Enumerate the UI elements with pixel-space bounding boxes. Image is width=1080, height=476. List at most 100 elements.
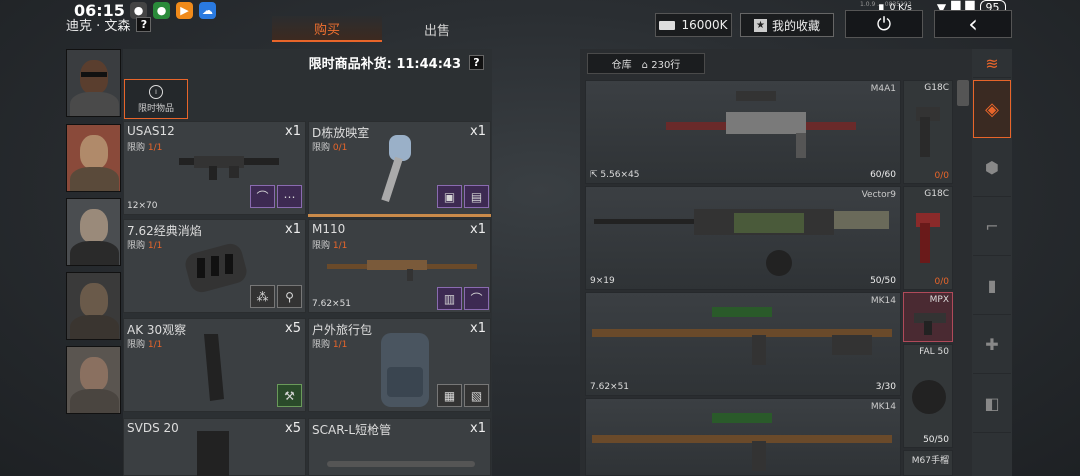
assault-rifle-icon	[666, 91, 856, 158]
ammo-slot-icon[interactable]: ⌒	[250, 185, 275, 208]
pistol-icon	[916, 107, 940, 157]
weapon-ammo: 3/30	[875, 382, 896, 392]
item-caliber: 12×70	[127, 201, 158, 211]
weapon-caliber: 7.62×51	[590, 382, 630, 392]
category-misc[interactable]: ◧	[973, 375, 1011, 433]
back-button[interactable]: ‹	[934, 10, 1012, 38]
item-qty: x5	[285, 321, 301, 336]
pistol-icon	[916, 213, 940, 263]
star-icon: ★	[753, 18, 767, 32]
avatar	[80, 60, 108, 94]
side-item-name: FAL 50	[919, 347, 949, 357]
stack-icon: ≋	[985, 54, 999, 73]
help-icon[interactable]: ?	[136, 17, 152, 32]
power-button[interactable]: ⏻	[845, 10, 923, 38]
crate-slot-icon[interactable]: ▧	[464, 384, 489, 407]
shop-item-card[interactable]: 户外旅行包 限购 1/1 x1 ▦ ▧	[308, 318, 491, 412]
warehouse-weapon-row[interactable]: MK14	[585, 398, 901, 476]
avatar	[80, 135, 108, 169]
trader-portrait-4[interactable]	[66, 272, 121, 340]
side-item-name: M67手榴	[911, 456, 949, 466]
shop-item-card[interactable]: M110 限购 1/1 x1 7.62×51 ▥ ⌒	[308, 219, 491, 313]
tab-buy[interactable]: 购买	[272, 16, 382, 42]
shop-item-card[interactable]: USAS12 限购 1/1 x1 12×70 ⌒ ⋯	[123, 121, 306, 215]
shop-item-card[interactable]: SVDS 20 x5	[123, 418, 306, 476]
limit-value: 1/1	[147, 241, 163, 251]
ammo-slot-icon[interactable]: ⌒	[464, 287, 489, 310]
flash-hider-icon	[185, 243, 247, 293]
warehouse-weapon-row[interactable]: Vector9 50/50 9×19	[585, 186, 901, 290]
side-item-name: G18C	[924, 189, 949, 199]
shop-item-card[interactable]: SCAR-L短枪管 x1	[308, 418, 491, 476]
sort-button[interactable]: ≋	[973, 50, 1011, 78]
home-icon: ⌂	[641, 60, 649, 71]
smg-icon	[594, 209, 889, 276]
shop-item-card[interactable]: 7.62经典消焰 限购 1/1 x1 ⁂ ⚲	[123, 219, 306, 313]
item-limit: 限购 0/1	[312, 140, 347, 153]
item-qty: x5	[285, 421, 301, 436]
trader-portrait-5[interactable]	[66, 346, 121, 414]
side-item-slot[interactable]: G18C 0/0	[903, 186, 953, 290]
money-amount: 16000K	[681, 18, 728, 32]
cloud-app-icon: ☁	[199, 2, 216, 19]
box-slot-icon[interactable]: ▦	[437, 384, 462, 407]
bullets-slot-icon[interactable]: ⋯	[277, 185, 302, 208]
side-item-name: G18C	[924, 83, 949, 93]
warehouse-weapon-row[interactable]: MK14 3/30 7.62×51	[585, 292, 901, 396]
trader-portrait-3[interactable]	[66, 198, 121, 266]
item-name: D栋放映室	[312, 126, 370, 140]
avatar-body	[70, 92, 119, 116]
power-icon: ⏻	[876, 13, 892, 35]
scope-slot-icon[interactable]: ▥	[437, 287, 462, 310]
category-medical[interactable]: ✚	[973, 316, 1011, 374]
weapon-name: M4A1	[870, 84, 896, 94]
video-app-icon: ▶	[176, 2, 193, 19]
chat-app-icon: ●	[153, 2, 170, 19]
scrollbar[interactable]	[957, 80, 969, 106]
weapon-ammo: 60/60	[870, 170, 896, 180]
restock-label: 限时商品补货: 11:44:43	[308, 56, 461, 72]
item-limit: 限购 1/1	[312, 238, 347, 251]
item-caliber: 7.62×51	[312, 299, 352, 309]
side-item-slot[interactable]: G18C 0/0	[903, 80, 953, 184]
shop-item-card[interactable]: AK 30观察 限购 1/1 x5 ⚒	[123, 318, 306, 412]
side-item-slot[interactable]: FAL 50 50/50	[903, 344, 953, 448]
shop-item-card[interactable]: D栋放映室 限购 0/1 x1 ▣ ▤	[308, 121, 491, 215]
avatar-body	[70, 241, 119, 265]
item-name: AK 30观察	[127, 323, 187, 337]
armor-icon: ⬢	[985, 158, 999, 177]
limited-items-filter[interactable]: ı 限时物品	[124, 79, 188, 119]
item-name: M110	[312, 222, 346, 236]
limit-value: 1/1	[332, 241, 348, 251]
warehouse-tab[interactable]: 仓库 ⌂ 230行	[587, 53, 705, 74]
favorites-label: 我的收藏	[771, 18, 820, 33]
side-item-slot[interactable]: M67手榴	[903, 450, 953, 476]
category-weapons[interactable]: ⌐	[973, 198, 1011, 256]
rifle-icon	[327, 260, 477, 281]
ammo-slot-icon[interactable]: ⁂	[250, 285, 275, 308]
limited-label: 限时物品	[137, 103, 174, 114]
warehouse-weapon-row[interactable]: M4A1 60/60 ⇱ 5.56×45	[585, 80, 901, 184]
shotgun-icon	[179, 156, 279, 180]
magazine-icon	[197, 431, 229, 476]
item-qty: x1	[470, 222, 486, 237]
tool-slot-icon[interactable]: ⚒	[277, 384, 302, 407]
trader-portrait-2[interactable]	[66, 124, 121, 192]
side-item-slot[interactable]: MPX	[903, 292, 953, 342]
document-slot-icon[interactable]: ▣	[437, 185, 462, 208]
trader-portrait-1[interactable]	[66, 49, 121, 117]
tab-sell[interactable]: 出售	[382, 16, 492, 42]
npc-name: 迪克 · 文森	[66, 19, 131, 34]
chevron-left-icon: ‹	[968, 10, 978, 38]
category-armor[interactable]: ⬢	[973, 139, 1011, 197]
item-name: USAS12	[127, 124, 175, 138]
limit-prefix: 限购	[127, 241, 146, 251]
side-item-count: 50/50	[923, 435, 949, 445]
favorites-button[interactable]: ★ 我的收藏	[740, 13, 834, 37]
category-ammo[interactable]: ▮	[973, 257, 1011, 315]
category-all[interactable]: ◈	[973, 80, 1011, 138]
tool-slot-icon[interactable]: ⚲	[277, 285, 302, 308]
help-icon[interactable]: ?	[469, 54, 484, 70]
map-slot-icon[interactable]: ▤	[464, 185, 489, 208]
money-display[interactable]: 16000K	[655, 13, 732, 37]
